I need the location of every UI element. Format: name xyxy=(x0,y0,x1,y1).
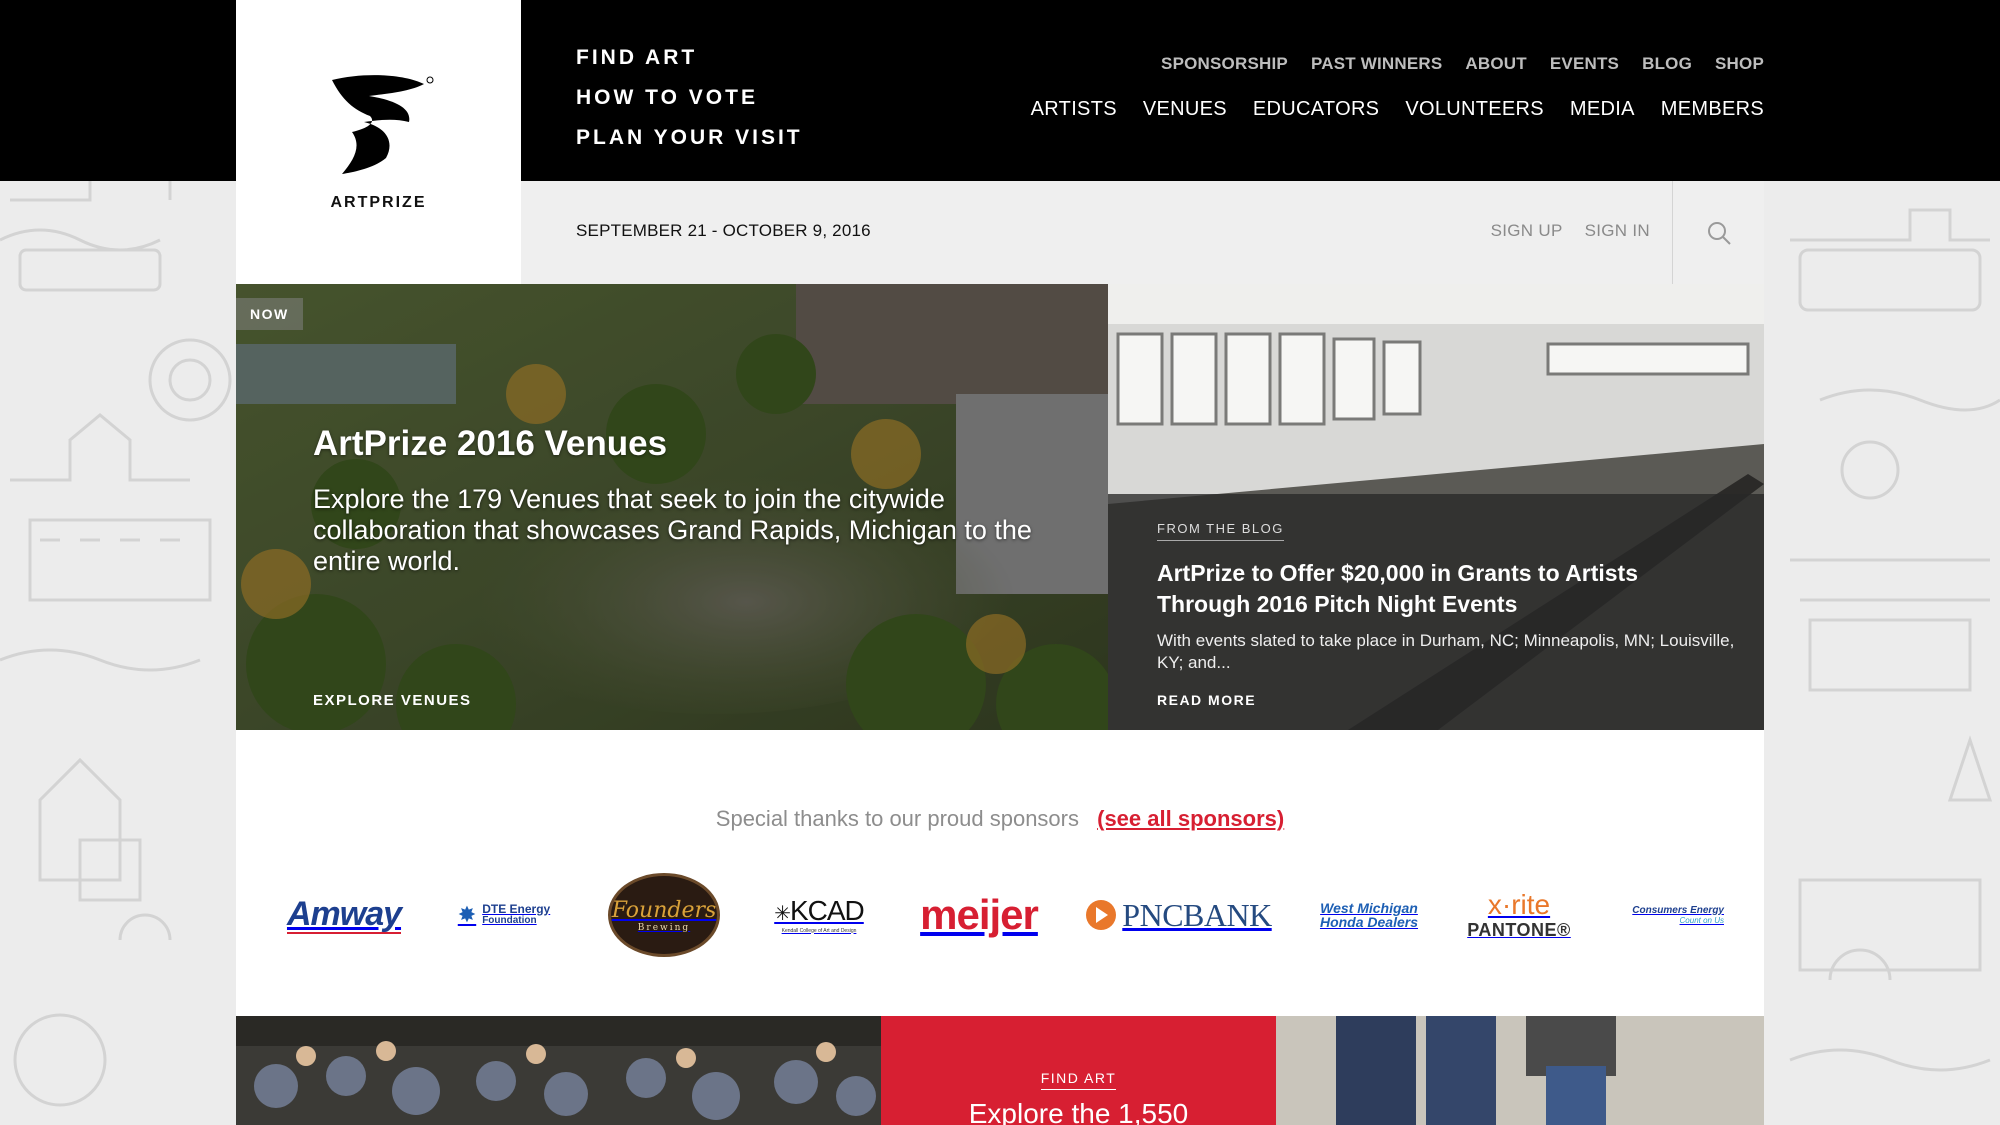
amway-wordmark: Amway xyxy=(286,895,402,934)
util-about[interactable]: ABOUT xyxy=(1465,54,1526,74)
pantone-wordmark: PANTONE® xyxy=(1467,919,1571,940)
feature-artist-photo[interactable] xyxy=(1276,1016,1764,1125)
hero-venues-card[interactable]: NOW ArtPrize 2016 Venues Explore the 179… xyxy=(236,284,1108,730)
founders-brewing: Brewing xyxy=(637,922,691,933)
nav-volunteers[interactable]: VOLUNTEERS xyxy=(1405,98,1544,121)
consumers-tagline: Count on Us xyxy=(1679,916,1724,925)
utility-nav: SPONSORSHIP PAST WINNERS ABOUT EVENTS BL… xyxy=(1161,54,1764,74)
util-past-winners[interactable]: PAST WINNERS xyxy=(1311,54,1442,74)
pnc-wordmark: PNCBANK xyxy=(1122,896,1272,933)
blog-title[interactable]: ArtPrize to Offer $20,000 in Grants to A… xyxy=(1157,558,1737,620)
util-sponsorship[interactable]: SPONSORSHIP xyxy=(1161,54,1288,74)
artist-photo xyxy=(1276,1016,1764,1125)
nav-members[interactable]: MEMBERS xyxy=(1661,98,1764,121)
sponsors-section: Special thanks to our proud sponsors (se… xyxy=(236,730,1764,1016)
sponsor-logos: Amway ✸ DTE Energy Foundation Founders B… xyxy=(284,870,1734,960)
util-events[interactable]: EVENTS xyxy=(1550,54,1619,74)
kcad-burst-icon: ✳ xyxy=(774,902,791,925)
crowd-photo xyxy=(236,1016,881,1125)
search-button[interactable] xyxy=(1672,181,1764,284)
feature-crowd-photo[interactable] xyxy=(236,1016,881,1125)
sign-up-link[interactable]: SIGN UP xyxy=(1491,221,1563,241)
honda-line-2: Honda Dealers xyxy=(1319,914,1419,930)
see-all-sponsors-link[interactable]: (see all sponsors) xyxy=(1097,806,1284,831)
sponsors-thanks-text: Special thanks to our proud sponsors xyxy=(715,806,1079,831)
promo-kicker-text: FIND ART xyxy=(1040,1070,1117,1090)
blog-card[interactable]: FROM THE BLOG ArtPrize to Offer $20,000 … xyxy=(1108,284,1764,730)
sponsor-dte[interactable]: ✸ DTE Energy Foundation xyxy=(444,870,564,960)
honda-line-1: West Michigan xyxy=(1320,900,1418,916)
brand-logo[interactable]: ARTPRIZE xyxy=(236,0,521,284)
util-blog[interactable]: BLOG xyxy=(1642,54,1692,74)
nav-venues[interactable]: VENUES xyxy=(1143,98,1227,121)
nav-media[interactable]: MEDIA xyxy=(1570,98,1635,121)
sponsor-honda[interactable]: West Michigan Honda Dealers xyxy=(1304,870,1434,960)
nav-how-to-vote[interactable]: HOW TO VOTE xyxy=(576,78,803,118)
sponsors-heading: Special thanks to our proud sponsors (se… xyxy=(236,806,1764,832)
nav-educators[interactable]: EDUCATORS xyxy=(1253,98,1379,121)
read-more-link[interactable]: READ MORE xyxy=(1157,692,1256,708)
founders-badge: Founders Brewing xyxy=(608,873,720,957)
sub-bar: SEPTEMBER 21 - OCTOBER 9, 2016 SIGN UP S… xyxy=(521,181,1764,284)
find-art-promo[interactable]: FIND ART Explore the 1,550 xyxy=(881,1016,1276,1125)
kcad-name: KCAD xyxy=(789,894,865,926)
hero-title: ArtPrize 2016 Venues xyxy=(313,424,668,463)
hero-description: Explore the 179 Venues that seek to join… xyxy=(313,484,1032,576)
sponsor-xrite-pantone[interactable]: x·rite PANTONE® xyxy=(1459,870,1579,960)
nav-plan-your-visit[interactable]: PLAN YOUR VISIT xyxy=(576,118,803,158)
dte-mark-icon: ✸ xyxy=(457,902,477,927)
promo-headline: Explore the 1,550 xyxy=(968,1098,1189,1125)
consumers-name: Consumers Energy xyxy=(1632,905,1724,916)
promo-kicker: FIND ART xyxy=(881,1070,1276,1090)
dte-text: DTE Energy Foundation xyxy=(482,903,550,927)
primary-nav: FIND ART HOW TO VOTE PLAN YOUR VISIT xyxy=(576,38,803,158)
founders-name: Founders xyxy=(611,897,717,923)
sponsor-consumers-energy[interactable]: Consumers Energy Count on Us xyxy=(1604,870,1724,960)
event-dates: SEPTEMBER 21 - OCTOBER 9, 2016 xyxy=(576,221,871,240)
auth-links: SIGN UP SIGN IN xyxy=(1491,221,1650,241)
brand-name: ARTPRIZE xyxy=(330,194,427,211)
search-icon xyxy=(1707,221,1731,245)
xrite-wordmark: x·rite xyxy=(1487,888,1551,920)
explore-venues-link[interactable]: EXPLORE VENUES xyxy=(313,692,472,709)
blog-overlay: FROM THE BLOG ArtPrize to Offer $20,000 … xyxy=(1108,494,1764,730)
blog-kicker: FROM THE BLOG xyxy=(1157,521,1284,541)
main-nav: ARTISTS VENUES EDUCATORS VOLUNTEERS MEDI… xyxy=(1031,98,1764,121)
kcad-subtitle: Kendall College of Art and Design xyxy=(781,927,857,934)
sponsor-meijer[interactable]: meijer xyxy=(914,870,1044,960)
sponsor-amway[interactable]: Amway xyxy=(284,870,404,960)
nav-artists[interactable]: ARTISTS xyxy=(1031,98,1117,121)
pnc-mark-icon xyxy=(1086,900,1117,930)
sponsor-kcad[interactable]: ✳KCAD Kendall College of Art and Design xyxy=(759,870,879,960)
kcad-wordmark: ✳KCAD xyxy=(774,894,865,928)
feature-row: FIND ART Explore the 1,550 xyxy=(236,1016,1764,1125)
util-shop[interactable]: SHOP xyxy=(1715,54,1764,74)
now-badge: NOW xyxy=(236,298,303,330)
artprize-logo-icon xyxy=(332,75,434,174)
dte-name: DTE Energy xyxy=(482,902,551,916)
nav-find-art[interactable]: FIND ART xyxy=(576,38,803,78)
sponsor-pnc[interactable]: PNCBANK xyxy=(1074,870,1284,960)
sign-in-link[interactable]: SIGN IN xyxy=(1585,221,1650,241)
dte-foundation: Foundation xyxy=(482,915,537,926)
meijer-wordmark: meijer xyxy=(920,891,1039,938)
sponsor-founders[interactable]: Founders Brewing xyxy=(604,870,724,960)
blog-excerpt: With events slated to take place in Durh… xyxy=(1157,631,1735,672)
site-container: ARTPRIZE FIND ART HOW TO VOTE PLAN YOUR … xyxy=(236,0,1764,1125)
